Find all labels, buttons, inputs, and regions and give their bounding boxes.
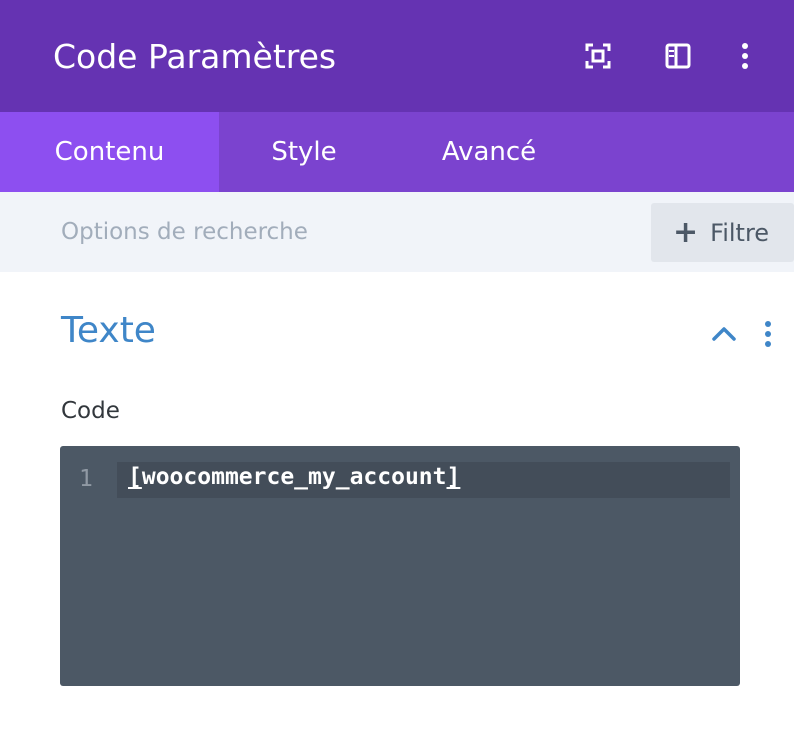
tab-contenu[interactable]: Contenu [0,112,219,192]
filter-label: Filtre [710,218,770,247]
section-title[interactable]: Texte [61,310,156,351]
code-editor[interactable]: 1 [woocommerce_my_account] [60,446,740,686]
tab-avance[interactable]: Avancé [389,112,589,192]
code-line[interactable]: [woocommerce_my_account] [128,464,460,490]
section-more-vertical-icon[interactable] [756,318,780,350]
focus-frame-icon[interactable] [583,40,613,72]
plus-icon: + [673,214,699,250]
code-content: woocommerce_my_account [141,464,447,490]
search-bar: + Filtre [0,192,794,272]
settings-header: Code Paramètres [0,0,794,112]
more-vertical-icon[interactable] [730,40,760,72]
modal-title: Code Paramètres [53,37,337,76]
search-input[interactable] [0,192,640,272]
split-panel-icon[interactable] [663,40,693,72]
tab-bar: Contenu Style Avancé [0,112,794,192]
chevron-up-icon[interactable] [708,318,740,350]
tab-style[interactable]: Style [219,112,389,192]
filter-button[interactable]: + Filtre [651,203,794,262]
bracket-close: ] [446,464,461,490]
code-field-label: Code [61,398,120,424]
line-number: 1 [79,466,93,492]
bracket-open: [ [128,464,142,490]
